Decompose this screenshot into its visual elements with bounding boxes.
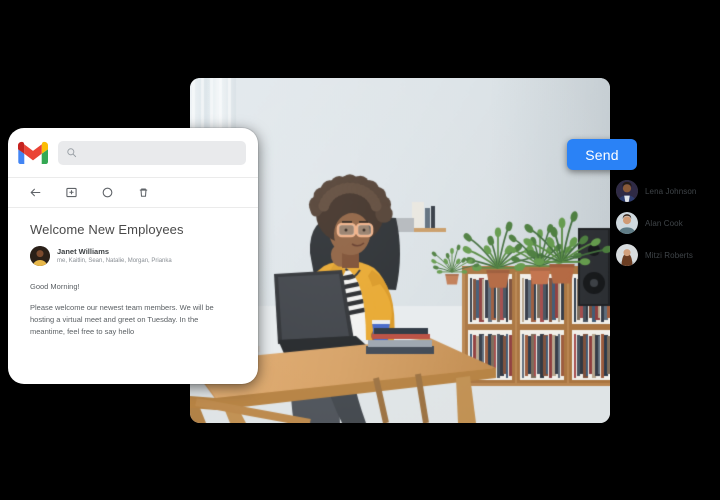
sender-row: Janet Williams me, Kaitlin, Sean, Natali… [30, 246, 236, 266]
search-box[interactable] [58, 140, 246, 165]
participant-name: Alan Cook [645, 218, 683, 228]
avatar [616, 180, 638, 202]
delete-trash-icon[interactable] [136, 186, 150, 200]
participant-list: Lena Johnson Alan Cook Mitzi Roberts [616, 180, 720, 266]
gmail-logo-icon [18, 141, 48, 164]
search-input[interactable] [83, 140, 238, 165]
sender-avatar [30, 246, 50, 266]
email-subject: Welcome New Employees [30, 222, 184, 237]
participant-row[interactable]: Alan Cook [616, 212, 720, 234]
gmail-action-toolbar [8, 178, 258, 208]
mark-unread-circle-icon[interactable] [100, 186, 114, 200]
send-button[interactable]: Send [567, 139, 637, 170]
back-arrow-icon[interactable] [28, 186, 42, 200]
sender-name: Janet Williams [57, 246, 110, 256]
gmail-email-card: Welcome New Employees Janet Williams me,… [8, 128, 258, 384]
email-paragraph: Please welcome our newest team members. … [30, 303, 214, 337]
email-body: Welcome New Employees Janet Williams me,… [8, 208, 258, 384]
participant-row[interactable]: Mitzi Roberts [616, 244, 720, 266]
screenshot-stage: Welcome New Employees Janet Williams me,… [0, 0, 720, 500]
participant-row[interactable]: Lena Johnson [616, 180, 720, 202]
recipient-list: me, Kaitlin, Sean, Natalie, Morgan, Pria… [57, 257, 172, 264]
gmail-topbar [8, 128, 258, 178]
avatar [616, 244, 638, 266]
avatar [616, 212, 638, 234]
archive-icon[interactable] [64, 186, 78, 200]
search-icon [67, 148, 77, 158]
participant-name: Lena Johnson [645, 186, 697, 196]
email-greeting: Good Morning! [30, 282, 80, 291]
participant-name: Mitzi Roberts [645, 250, 693, 260]
